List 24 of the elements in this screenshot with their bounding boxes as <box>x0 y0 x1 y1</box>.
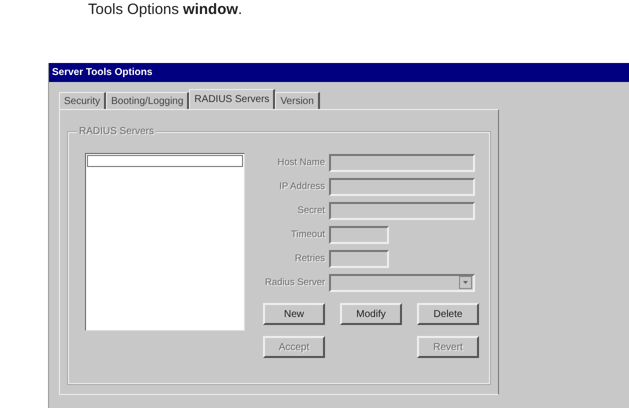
tab[interactable]: Version <box>275 92 320 109</box>
tab[interactable]: RADIUS Servers <box>189 89 276 109</box>
list-row[interactable] <box>87 155 243 167</box>
caption-text: Tools Options window. <box>88 0 244 19</box>
field-label: Host Name <box>276 157 325 168</box>
input-field[interactable] <box>329 202 475 220</box>
input-field[interactable] <box>329 226 389 244</box>
tab[interactable]: Booting/Logging <box>106 92 190 109</box>
dropdown-field[interactable] <box>329 274 475 292</box>
window-title: Server Tools Options <box>52 67 152 78</box>
input-field[interactable] <box>329 178 475 196</box>
dialog-button[interactable]: New <box>263 303 325 325</box>
server-list[interactable] <box>85 153 245 331</box>
field-label: Retries <box>294 253 325 264</box>
field-label: Timeout <box>290 229 325 240</box>
field-label: Secret <box>296 205 325 216</box>
input-field[interactable] <box>329 154 475 172</box>
group-title: RADIUS Servers <box>77 126 156 137</box>
dialog-button[interactable]: Modify <box>340 303 402 325</box>
tab[interactable]: Security <box>59 92 106 109</box>
input-field[interactable] <box>329 250 389 268</box>
field-label: Radius Server <box>265 277 325 288</box>
field-label: IP Address <box>278 181 325 192</box>
dialog-button[interactable]: Delete <box>417 303 479 325</box>
